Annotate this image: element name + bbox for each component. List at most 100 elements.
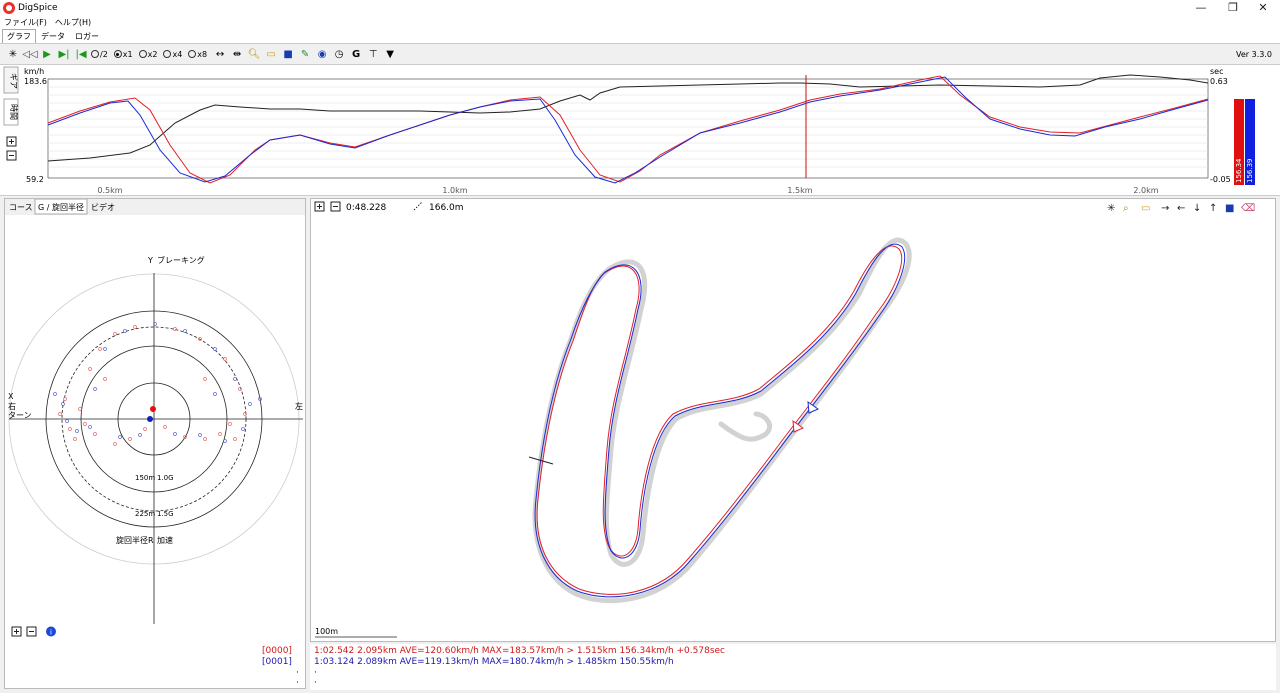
shrink-horizontal-icon[interactable]: ⇹ bbox=[230, 47, 244, 61]
accel-label: 加速 bbox=[157, 535, 173, 545]
scale-label: 100m bbox=[315, 627, 338, 636]
step-forward-icon[interactable]: ▶| bbox=[57, 47, 71, 61]
y-axis-label: Y bbox=[147, 256, 153, 265]
g-scatter-red bbox=[58, 325, 247, 446]
graph-gridlines bbox=[47, 78, 1209, 179]
lap-time-readout: 0:48.228 bbox=[346, 203, 387, 213]
lap1-track-line bbox=[534, 243, 906, 598]
rewind-icon[interactable]: ◁◁ bbox=[22, 47, 37, 61]
g-circle-chart[interactable]: コース G / 旋回半径 ビデオ Y ブレーキング X 右 ターン 左 150m… bbox=[5, 198, 305, 688]
spinner-icon[interactable]: ✳ bbox=[6, 47, 20, 61]
ring1-g-label: 1.0G bbox=[157, 474, 174, 482]
speed-bar-red-label: 156.34 bbox=[1235, 158, 1243, 183]
cursor-icon[interactable]: ⊤ bbox=[366, 47, 380, 61]
braking-label: ブレーキング bbox=[157, 255, 205, 265]
tools-icon[interactable]: ✎ bbox=[298, 47, 312, 61]
zoom-icon[interactable]: 🔍︎ bbox=[247, 47, 261, 61]
lap1-summary: 1:03.124 2.089km AVE=119.13km/h MAX=180.… bbox=[314, 657, 674, 667]
map-zoom-icon: ⌕ bbox=[1123, 203, 1129, 214]
restore-button[interactable]: ❐ bbox=[1218, 0, 1248, 16]
g-marker-blue bbox=[147, 416, 153, 422]
menu-bar: ファイル(F) ヘルプ(H) bbox=[0, 16, 1280, 28]
ring2-g-label: 1.5G bbox=[157, 510, 174, 518]
arrow-up-icon: ↑ bbox=[1209, 203, 1217, 214]
toolbar: ✳ ◁◁ ▶ ▶| |◀ /2 x1 x2 x4 x8 ↔ ⇹ 🔍︎ ▭ ■ ✎… bbox=[0, 46, 1280, 62]
empty-row-dot-1: · bbox=[314, 668, 317, 678]
speed-half-radio[interactable]: /2 bbox=[91, 50, 108, 59]
distance-readout: 166.0m bbox=[429, 203, 464, 213]
right-max-label: 0.63 bbox=[1210, 77, 1228, 86]
g-marker-red bbox=[150, 406, 156, 412]
minimize-button[interactable]: — bbox=[1186, 0, 1216, 16]
right-min-label: -0.05 bbox=[1210, 175, 1231, 184]
menu-help[interactable]: ヘルプ(H) bbox=[55, 17, 91, 28]
lap0-track-line bbox=[536, 245, 903, 595]
distance-icon bbox=[413, 201, 423, 211]
eraser-icon: ⌫ bbox=[1241, 203, 1255, 214]
close-button[interactable]: ✕ bbox=[1248, 0, 1278, 16]
track-outline bbox=[532, 237, 912, 604]
speed-x1-radio[interactable]: x1 bbox=[113, 50, 133, 59]
right-turn-label-2: ターン bbox=[8, 411, 32, 420]
course-map[interactable]: 0:48.228 166.0m ✳ ⌕ ▭ → ← ↓ ↑ ■ ⌫ 100m bbox=[311, 199, 1275, 641]
speed-bar-blue-label: 156.39 bbox=[1246, 159, 1254, 184]
window-title: DigSpice bbox=[18, 3, 58, 13]
left-unit-label: km/h bbox=[24, 67, 44, 76]
arrow-right-icon: → bbox=[1161, 203, 1169, 214]
tab-data[interactable]: データ bbox=[36, 29, 70, 43]
side-tab-time-label: 時間 bbox=[9, 104, 18, 120]
dropdown-icon[interactable]: ▼ bbox=[383, 47, 397, 61]
main-tabs: グラフ データ ロガー bbox=[0, 28, 1280, 44]
empty-row-marker-1: · bbox=[296, 668, 299, 678]
lap0-id[interactable]: [0000] bbox=[262, 646, 292, 656]
menu-file[interactable]: ファイル(F) bbox=[4, 17, 47, 28]
play-icon[interactable]: ▶ bbox=[40, 47, 54, 61]
map-save-icon: ■ bbox=[1225, 203, 1234, 214]
step-back-icon[interactable]: |◀ bbox=[74, 47, 88, 61]
g-scatter-blue bbox=[53, 322, 262, 443]
lap0-summary: 1:02.542 2.095km AVE=120.60km/h MAX=183.… bbox=[314, 646, 725, 656]
speed-x8-radio[interactable]: x8 bbox=[188, 50, 207, 59]
x-tick-1: 1.0km bbox=[442, 186, 467, 195]
left-turn-label: 左 bbox=[295, 401, 303, 411]
tab-video: ビデオ bbox=[91, 202, 115, 212]
expand-horizontal-icon[interactable]: ↔ bbox=[213, 47, 227, 61]
speed-x4-radio[interactable]: x4 bbox=[163, 50, 182, 59]
app-icon bbox=[3, 2, 15, 14]
side-tab-gear-label: ギア bbox=[9, 73, 18, 89]
g-force-icon[interactable]: G bbox=[349, 47, 363, 61]
svg-text:i: i bbox=[50, 629, 52, 637]
x-tick-2: 1.5km bbox=[787, 186, 812, 195]
version-label: Ver 3.3.0 bbox=[1236, 50, 1272, 59]
g-radius-pane: コース G / 旋回半径 ビデオ Y ブレーキング X 右 ターン 左 150m… bbox=[4, 198, 306, 689]
left-min-label: 59.2 bbox=[26, 175, 44, 184]
lap-summary: [0000] 1:02.542 2.095km AVE=120.60km/h M… bbox=[262, 644, 1276, 690]
map-folder-icon: ▭ bbox=[1141, 203, 1150, 214]
empty-row-dot-2: · bbox=[314, 678, 317, 688]
tab-course: コース bbox=[9, 203, 33, 212]
arrow-down-icon: ↓ bbox=[1193, 203, 1201, 214]
tab-g-radius: G / 旋回半径 bbox=[38, 202, 84, 212]
speed-graph[interactable]: ギア 時間 km/h 183.6 59.2 sec 0.63 -0.05 0.5… bbox=[0, 65, 1280, 197]
course-map-pane: 0:48.228 166.0m ✳ ⌕ ▭ → ← ↓ ↑ ■ ⌫ 100m bbox=[310, 198, 1276, 642]
save-icon[interactable]: ■ bbox=[281, 47, 295, 61]
x-axis-label: X bbox=[8, 392, 14, 401]
left-max-label: 183.6 bbox=[24, 77, 47, 86]
lap1-id[interactable]: [0001] bbox=[262, 657, 292, 667]
turn-radius-label: 旋回半径R bbox=[116, 535, 154, 545]
ring2-radius-label: 225m bbox=[135, 510, 155, 518]
gauge-icon[interactable]: ◷ bbox=[332, 47, 346, 61]
arrow-left-icon: ← bbox=[1177, 203, 1185, 214]
empty-row-marker-2: · bbox=[296, 678, 299, 688]
speed-graph-panel: ギア 時間 km/h 183.6 59.2 sec 0.63 -0.05 0.5… bbox=[0, 64, 1280, 196]
right-turn-label-1: 右 bbox=[8, 401, 16, 411]
right-unit-label: sec bbox=[1210, 67, 1224, 76]
folder-icon[interactable]: ▭ bbox=[264, 47, 278, 61]
x-tick-3: 2.0km bbox=[1133, 186, 1158, 195]
x-tick-0: 0.5km bbox=[97, 186, 122, 195]
speed-x2-radio[interactable]: x2 bbox=[138, 50, 157, 59]
tab-graph[interactable]: グラフ bbox=[2, 29, 36, 43]
map-spinner-icon: ✳ bbox=[1107, 203, 1115, 214]
globe-icon[interactable]: ◉ bbox=[315, 47, 329, 61]
tab-logger[interactable]: ロガー bbox=[70, 29, 104, 43]
